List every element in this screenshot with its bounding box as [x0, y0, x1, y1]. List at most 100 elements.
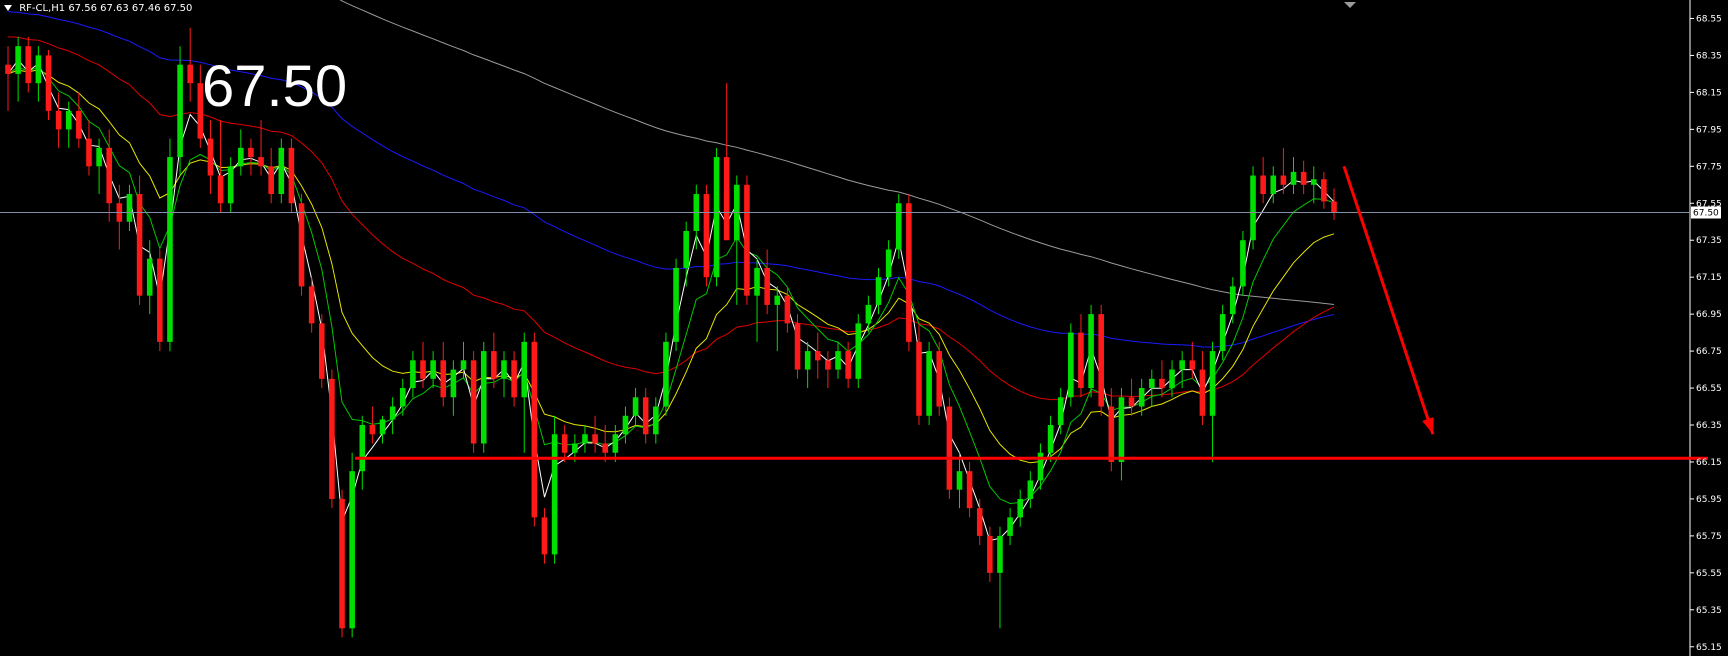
candle-body: [450, 369, 457, 398]
candle-body: [410, 360, 416, 389]
arrow-shaft: [1342, 165, 1435, 435]
candle-body: [835, 351, 841, 370]
bull-candle: [1209, 341, 1216, 462]
tick-label: 65.95: [1696, 495, 1722, 505]
candle-body: [157, 258, 163, 342]
candle-body: [65, 110, 72, 130]
candle-body: [976, 508, 983, 536]
bull-candle: [167, 138, 173, 352]
candle-body: [491, 351, 497, 379]
bear-candle: [794, 314, 801, 379]
bear-candle: [744, 175, 750, 305]
bear-candle: [1260, 157, 1266, 204]
candle-body: [440, 360, 447, 398]
candle-body: [946, 406, 953, 490]
candle-body: [319, 323, 325, 379]
bull-candle: [622, 406, 629, 444]
candle-body: [349, 471, 355, 629]
bull-candle: [126, 184, 133, 231]
bull-candle: [1149, 369, 1155, 407]
tick-label: 68.15: [1696, 88, 1722, 98]
bear-candle: [642, 388, 649, 444]
candle-body: [420, 360, 426, 379]
bear-candle: [703, 184, 710, 287]
bear-candle: [976, 498, 983, 546]
bull-candle: [480, 341, 487, 453]
candle-body: [774, 295, 781, 305]
bear-candle: [369, 406, 376, 444]
candle-body: [1149, 378, 1155, 389]
candle-body: [1280, 175, 1287, 185]
candle-body: [1331, 201, 1337, 213]
candle-body: [885, 249, 892, 278]
candle-body: [167, 157, 173, 342]
tick-label: 67.35: [1696, 236, 1722, 246]
candle-body: [501, 360, 507, 379]
candle-body: [521, 341, 528, 398]
candle-body: [845, 351, 851, 379]
bear-candle: [723, 83, 730, 241]
candle-body: [480, 351, 487, 444]
candle-body: [1098, 314, 1104, 407]
candle-body: [531, 341, 538, 518]
bull-candle: [1118, 388, 1125, 481]
bear-candle: [248, 138, 254, 176]
candle-body: [966, 471, 973, 509]
candle-body: [997, 535, 1003, 573]
bull-candle: [1027, 471, 1034, 509]
ma-gray-line: [339, 0, 1335, 305]
tick-label: 67.95: [1696, 125, 1722, 135]
candle-body: [1199, 369, 1206, 416]
candle-body: [430, 360, 436, 379]
candle-body: [541, 517, 548, 555]
bull-candle: [1229, 277, 1236, 324]
candle-body: [956, 471, 963, 490]
tick-label: 66.75: [1696, 347, 1722, 357]
candle-body: [814, 351, 821, 361]
bear-candle: [1128, 378, 1135, 416]
candle-body: [754, 267, 760, 296]
current-price-label: 67.50: [1691, 206, 1721, 219]
candle-body: [268, 166, 274, 195]
candle-body: [35, 55, 42, 84]
tick-label: 68.55: [1696, 14, 1722, 24]
bull-candle: [1088, 304, 1094, 398]
candle-body: [642, 397, 649, 435]
candle-body: [96, 147, 102, 167]
bear-candle: [936, 341, 943, 416]
bull-candle: [1290, 157, 1297, 195]
bull-candle: [875, 267, 882, 315]
bear-candle: [1078, 314, 1084, 398]
candle-body: [764, 267, 770, 305]
candle-body: [855, 323, 862, 379]
candle-body: [1169, 369, 1175, 389]
bull-candle: [663, 332, 669, 416]
scroll-marker-icon[interactable]: [1344, 2, 1356, 8]
candle-body: [1159, 378, 1165, 389]
bear-candle: [1159, 360, 1165, 398]
bull-candle: [734, 175, 740, 305]
bear-candle: [45, 49, 52, 121]
header-menu-icon[interactable]: [4, 5, 12, 11]
candle-body: [936, 351, 943, 407]
bear-candle: [187, 27, 193, 102]
candle-body: [1229, 286, 1236, 315]
bear-candle: [814, 332, 821, 379]
bull-candle: [653, 397, 659, 444]
candle-body: [713, 157, 720, 278]
bull-candle: [359, 415, 366, 490]
candle-body: [1128, 397, 1135, 407]
bear-candle: [470, 351, 477, 453]
bull-candle: [65, 101, 72, 148]
candle-body: [906, 203, 912, 342]
bull-candle: [15, 36, 21, 102]
candle-body: [744, 184, 750, 296]
candle-body: [298, 203, 305, 287]
bear-candle: [531, 332, 538, 527]
candle-body: [673, 267, 679, 342]
bear-candle: [541, 508, 548, 564]
bull-candle: [410, 351, 416, 398]
bear-candle: [157, 249, 163, 352]
arrow-head-icon: [1422, 417, 1434, 435]
bear-candle: [1199, 351, 1206, 426]
